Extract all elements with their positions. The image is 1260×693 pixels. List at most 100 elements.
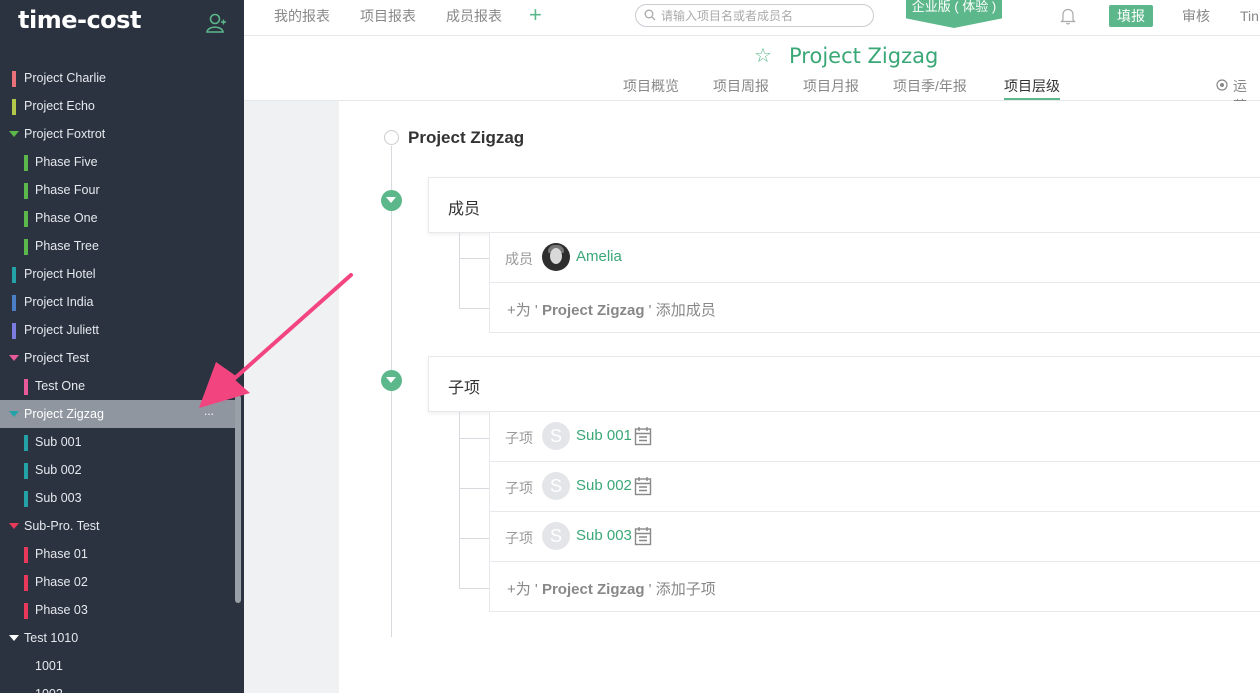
- sidebar-item[interactable]: Sub 002: [0, 456, 244, 484]
- sidebar-item[interactable]: Sub 001: [0, 428, 244, 456]
- sidebar-item-label: Phase Tree: [35, 239, 99, 253]
- sidebar-item[interactable]: 1002: [0, 680, 244, 693]
- sidebar-item-label: Phase 03: [35, 603, 88, 617]
- sidebar-item[interactable]: Phase 01: [0, 540, 244, 568]
- members-section-header[interactable]: 成员: [428, 177, 1260, 233]
- children-connector-branch: [459, 438, 489, 439]
- color-marker: [24, 211, 28, 227]
- sidebar-item[interactable]: Sub-Pro. Test: [0, 512, 244, 540]
- sidebar-item-label: Sub 002: [35, 463, 82, 477]
- sidebar-item[interactable]: Phase Four: [0, 176, 244, 204]
- sidebar-item[interactable]: Phase Tree: [0, 232, 244, 260]
- sidebar-item[interactable]: Project Juliett: [0, 316, 244, 344]
- member-name-link[interactable]: Amelia: [576, 248, 622, 265]
- sidebar-item-label: Phase 02: [35, 575, 88, 589]
- sidebar-item-label: Project Hotel: [24, 267, 96, 281]
- children-section-header[interactable]: 子项: [428, 356, 1260, 412]
- sidebar-item-label: Project Test: [24, 351, 90, 365]
- star-icon[interactable]: ☆: [754, 43, 772, 68]
- tab-monthly[interactable]: 项目月报: [803, 76, 859, 100]
- add-member-link[interactable]: +为 ' Project Zigzag ' 添加成员: [507, 299, 716, 320]
- sidebar-item-label: Test 1010: [24, 631, 79, 645]
- sidebar-item[interactable]: Project Test: [0, 344, 244, 372]
- tab-overview[interactable]: 项目概览: [623, 76, 679, 100]
- add-member-row[interactable]: +为 ' Project Zigzag ' 添加成员: [489, 283, 1260, 333]
- color-marker: [24, 155, 28, 171]
- audit-link[interactable]: 审核: [1182, 0, 1210, 32]
- tab-hierarchy[interactable]: 项目层级: [1004, 76, 1060, 100]
- nav-member-reports[interactable]: 成员报表: [446, 0, 502, 32]
- members-connector: [459, 233, 460, 309]
- sidebar-item[interactable]: Sub 003: [0, 484, 244, 512]
- color-marker: [24, 239, 28, 255]
- sidebar-item[interactable]: Project Charlie: [0, 64, 244, 92]
- expand-triangle-icon[interactable]: [9, 635, 19, 641]
- sidebar-item[interactable]: Phase 03: [0, 596, 244, 624]
- sidebar-item-label: Phase Five: [35, 155, 98, 169]
- root-node-circle: [384, 130, 399, 145]
- sidebar-item[interactable]: Project Hotel: [0, 260, 244, 288]
- nav-project-reports[interactable]: 项目报表: [360, 0, 416, 32]
- color-marker: [12, 323, 16, 339]
- sidebar-item[interactable]: Project Echo: [0, 92, 244, 120]
- children-connector-branch: [459, 488, 489, 489]
- sidebar-item[interactable]: Project Foxtrot: [0, 120, 244, 148]
- sidebar-item[interactable]: Test 1010: [0, 624, 244, 652]
- top-navigation: 我的报表 项目报表 成员报表 + 企业版 ( 体验 ) 填报 审核 Tin: [244, 0, 1260, 36]
- expand-triangle-icon[interactable]: [9, 411, 19, 417]
- sidebar-item[interactable]: Test One: [0, 372, 244, 400]
- nav-my-reports[interactable]: 我的报表: [274, 0, 330, 32]
- color-marker: [24, 547, 28, 563]
- children-connector-branch: [459, 588, 489, 589]
- color-marker: [24, 575, 28, 591]
- add-child-row[interactable]: +为 ' Project Zigzag ' 添加子项: [489, 562, 1260, 612]
- color-marker: [24, 183, 28, 199]
- more-options-icon[interactable]: ...: [204, 397, 214, 425]
- calendar-icon[interactable]: [634, 526, 652, 546]
- fill-report-button[interactable]: 填报: [1109, 5, 1153, 27]
- expand-triangle-icon[interactable]: [9, 523, 19, 529]
- avatar: S: [542, 522, 570, 550]
- sidebar-item[interactable]: Project Zigzag...: [0, 400, 236, 428]
- hierarchy-vertical-line: [391, 146, 392, 637]
- sidebar-item[interactable]: Phase One: [0, 204, 244, 232]
- bell-icon[interactable]: [1060, 7, 1076, 25]
- sidebar-item-label: Project Juliett: [24, 323, 100, 337]
- sidebar: Project Charlie Project Echo Project Foxtr…: [0, 0, 244, 693]
- content-gutter: [244, 101, 339, 693]
- expand-triangle-icon[interactable]: [9, 355, 19, 361]
- sidebar-scrollbar[interactable]: [235, 395, 241, 603]
- child-row: 子项 S Sub 002: [489, 462, 1260, 512]
- sidebar-item[interactable]: Project India: [0, 288, 244, 316]
- add-icon[interactable]: +: [529, 3, 542, 27]
- tab-quarterly-yearly[interactable]: 项目季/年报: [893, 76, 967, 100]
- color-marker: [12, 267, 16, 283]
- user-menu[interactable]: Tin: [1240, 0, 1259, 32]
- project-tree: Project Charlie Project Echo Project Foxtr…: [0, 64, 244, 693]
- avatar: [542, 243, 570, 271]
- collapse-children-icon[interactable]: [381, 370, 402, 391]
- expand-triangle-icon[interactable]: [9, 131, 19, 137]
- sidebar-item-label: 1002: [35, 680, 63, 693]
- project-header: ☆ Project Zigzag 项目概览 项目周报 项目月报 项目季/年报 项…: [244, 36, 1260, 114]
- add-child-link[interactable]: +为 ' Project Zigzag ' 添加子项: [507, 578, 716, 599]
- child-name-link[interactable]: Sub 003: [576, 527, 632, 544]
- search-box[interactable]: [635, 4, 874, 27]
- color-marker: [24, 463, 28, 479]
- color-marker: [12, 71, 16, 87]
- root-project-title: Project Zigzag: [408, 128, 525, 147]
- sidebar-item[interactable]: Phase 02: [0, 568, 244, 596]
- child-name-link[interactable]: Sub 001: [576, 427, 632, 444]
- sidebar-item-label: Sub-Pro. Test: [24, 519, 100, 533]
- child-name-link[interactable]: Sub 002: [576, 477, 632, 494]
- sidebar-item[interactable]: Phase Five: [0, 148, 244, 176]
- tab-weekly[interactable]: 项目周报: [713, 76, 769, 100]
- enterprise-badge[interactable]: 企业版 ( 体验 ): [906, 0, 1002, 28]
- search-input[interactable]: [661, 7, 866, 24]
- calendar-icon[interactable]: [634, 476, 652, 496]
- sidebar-item[interactable]: 1001: [0, 652, 244, 680]
- calendar-icon[interactable]: [634, 426, 652, 446]
- user-icon[interactable]: [205, 12, 227, 34]
- collapse-members-icon[interactable]: [381, 190, 402, 211]
- child-type-label: 子项: [505, 430, 533, 446]
